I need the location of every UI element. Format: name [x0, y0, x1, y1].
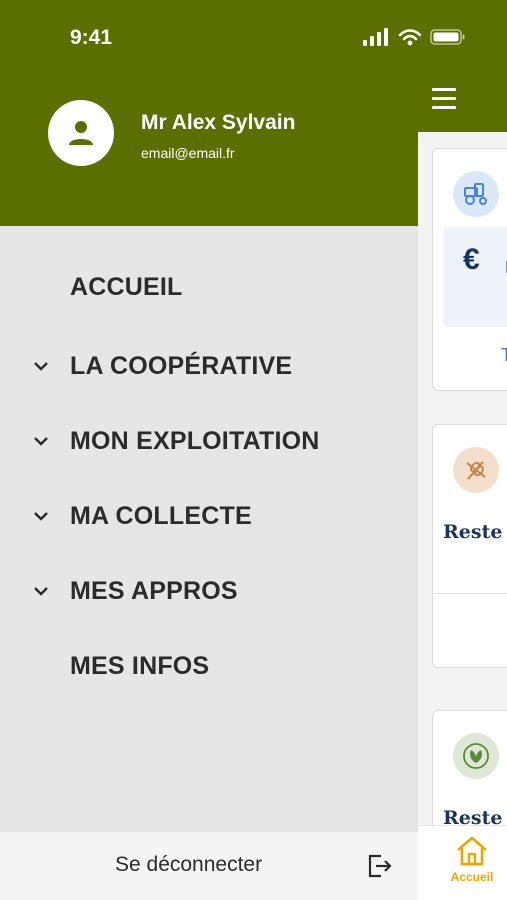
menu-item-mes-appros[interactable]: MES APPROS: [0, 563, 418, 619]
tab-accueil[interactable]: Accueil: [442, 834, 507, 884]
menu-item-label: MES APPROS: [70, 576, 238, 605]
euro-symbol: €: [463, 243, 480, 276]
avatar[interactable]: [48, 100, 114, 166]
person-icon: [69, 121, 93, 145]
navigation-drawer: Mr Alex Sylvain email@email.fr ACCUEIL L…: [0, 0, 418, 900]
menu-item-label: MA COLLECTE: [70, 501, 252, 530]
wifi-icon: [398, 29, 422, 46]
card-title: Reste c: [443, 521, 507, 543]
status-bar: 9:41: [0, 0, 507, 70]
home-icon: [457, 836, 487, 866]
user-email: email@email.fr: [141, 145, 235, 161]
leaf-icon: [453, 733, 499, 779]
battery-icon: [430, 29, 465, 45]
tab-bar: Accueil: [418, 825, 507, 900]
menu-item-label: ACCUEIL: [70, 272, 183, 301]
status-time: 9:41: [70, 26, 113, 49]
logout-icon: [368, 854, 392, 878]
chevron-down-icon[interactable]: [32, 357, 50, 375]
collecte-card[interactable]: Reste c: [432, 424, 507, 668]
tab-accueil-label: Accueil: [450, 870, 494, 884]
menu-item-label: LA COOPÉRATIVE: [70, 351, 293, 380]
logout-label: Se déconnecter: [115, 853, 263, 876]
menu-item-label: MON EXPLOITATION: [70, 426, 320, 455]
menu-item-la-cooperative[interactable]: LA COOPÉRATIVE: [0, 338, 418, 394]
menu-item-label: MES INFOS: [70, 651, 210, 680]
logout-button[interactable]: Se déconnecter: [0, 832, 418, 900]
amount-box: € r: [443, 227, 507, 327]
menu-item-accueil[interactable]: ACCUEIL: [0, 259, 418, 315]
chevron-down-icon[interactable]: [32, 582, 50, 600]
tractor-icon: [453, 171, 499, 217]
card-link[interactable]: T: [501, 345, 507, 366]
menu-item-mon-exploitation[interactable]: MON EXPLOITATION: [0, 413, 418, 469]
chevron-down-icon[interactable]: [32, 507, 50, 525]
status-icons: [362, 28, 466, 46]
wheat-icon: [453, 447, 499, 493]
menu-item-mes-infos[interactable]: MES INFOS: [0, 638, 418, 694]
hamburger-menu-icon[interactable]: [432, 88, 456, 110]
tractor-card[interactable]: € r T: [432, 148, 507, 391]
user-name: Mr Alex Sylvain: [141, 111, 296, 134]
signal-icon: [363, 28, 388, 46]
chevron-down-icon[interactable]: [32, 432, 50, 450]
card-divider: [433, 593, 507, 594]
menu-item-ma-collecte[interactable]: MA COLLECTE: [0, 488, 418, 544]
